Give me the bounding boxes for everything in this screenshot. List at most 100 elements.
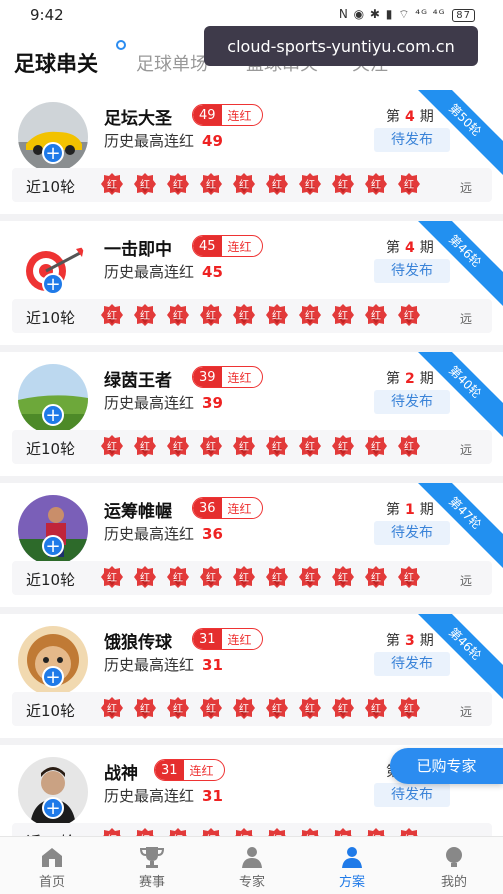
expert-card[interactable]: + 一击即中 45 连红 历史最高连红 45 第 4 期待发布 第46轮 近10轮红红红红红红红红红… <box>0 221 503 345</box>
streak-badge: 39 连红 <box>192 366 263 388</box>
purchased-experts-button[interactable]: 已购专家 <box>390 748 503 784</box>
recent-label: 近10轮 <box>26 702 76 720</box>
pending-publish-button[interactable]: 待发布 <box>374 783 450 807</box>
follow-plus-icon[interactable]: + <box>42 535 64 557</box>
pending-publish-button[interactable]: 待发布 <box>374 521 450 545</box>
streak-label: 连红 <box>227 632 252 647</box>
expert-name: 绿茵王者 <box>104 371 172 391</box>
nav-home[interactable]: 首页 <box>12 845 92 890</box>
badge-text: 红 <box>371 180 381 191</box>
period-number: 2 <box>405 371 415 387</box>
red-result-badge: 红 <box>133 434 157 458</box>
red-result-badge: 红 <box>364 434 388 458</box>
recent-label: 近10轮 <box>26 571 76 589</box>
badge-text: 红 <box>239 573 249 584</box>
streak-count: 31 <box>155 760 184 780</box>
red-result-badge: 红 <box>331 696 355 720</box>
period-suffix: 期 <box>419 371 434 387</box>
nav-label: 赛事 <box>138 875 165 890</box>
active-dot-icon <box>116 40 126 50</box>
red-result-badge: 红 <box>298 827 322 836</box>
tab-football-single[interactable]: 足球单场 <box>136 50 208 76</box>
streak-badge: 49 连红 <box>192 104 263 126</box>
red-result-badge: 红 <box>298 303 322 327</box>
history-value: 36 <box>202 525 223 543</box>
history-best: 历史最高连红 31 <box>104 785 223 806</box>
history-label: 历史最高连红 <box>104 787 195 805</box>
streak-label: 连红 <box>227 239 252 254</box>
red-result-badge: 红 <box>265 303 289 327</box>
follow-plus-icon[interactable]: + <box>42 797 64 819</box>
badge-text: 红 <box>173 704 183 715</box>
period-prefix: 第 <box>386 633 400 649</box>
badge-text: 红 <box>404 704 414 715</box>
badge-text: 红 <box>371 311 381 322</box>
plan-icon <box>312 845 392 869</box>
nav-plan[interactable]: 方案 <box>312 845 392 890</box>
recent-rounds: 近10轮红红红红红红红红红红远 <box>12 561 492 595</box>
streak-count: 45 <box>193 236 222 256</box>
nav-trophy[interactable]: 赛事 <box>112 845 192 890</box>
red-result-badge: 红 <box>298 696 322 720</box>
badge-text: 红 <box>338 442 348 453</box>
streak-badge: 45 连红 <box>192 235 263 257</box>
badge-text: 红 <box>107 311 117 322</box>
red-result-badge: 红 <box>265 172 289 196</box>
period-info: 第4期 <box>386 237 434 257</box>
period-info: 第1期 <box>386 499 434 519</box>
red-result-badge: 红 <box>364 303 388 327</box>
badge-text: 红 <box>173 442 183 453</box>
red-result-badge: 红 <box>265 696 289 720</box>
streak-label: 连红 <box>227 108 252 123</box>
red-result-badge: 红 <box>100 827 124 836</box>
expert-card[interactable]: + 绿茵王者 39 连红 历史最高连红 39 第 2 期待发布 第40轮 近10轮红红红红红红红红红… <box>0 352 503 476</box>
badge-text: 红 <box>404 311 414 322</box>
period-info: 第3期 <box>386 630 434 650</box>
red-result-badge: 红 <box>331 434 355 458</box>
red-result-badge: 红 <box>166 565 190 589</box>
follow-plus-icon[interactable]: + <box>42 666 64 688</box>
badge-text: 红 <box>140 573 150 584</box>
period-number: 4 <box>405 240 415 256</box>
red-result-badge: 红 <box>364 565 388 589</box>
nav-label: 我的 <box>440 875 467 890</box>
pending-publish-button[interactable]: 待发布 <box>374 390 450 414</box>
badge-text: 红 <box>305 180 315 191</box>
badge-text: 红 <box>173 311 183 322</box>
streak-count: 39 <box>193 367 222 387</box>
expert-list: + 足坛大圣 49 连红 历史最高连红 49 第 4 期待发布 第50轮 近10轮红红红红红红红红红… <box>0 90 503 836</box>
history-value: 31 <box>202 787 223 805</box>
red-result-badge: 红 <box>331 827 355 836</box>
red-result-badge: 红 <box>232 827 256 836</box>
expert-card[interactable]: + 运筹帷幄 36 连红 历史最高连红 36 第 1 期待发布 第47轮 近10轮红红红红红红红红红… <box>0 483 503 607</box>
period-prefix: 第 <box>386 371 400 387</box>
badge-text: 红 <box>371 704 381 715</box>
history-best: 历史最高连红 36 <box>104 523 223 544</box>
badge-text: 红 <box>140 180 150 191</box>
period-suffix: 期 <box>419 240 434 256</box>
pending-publish-button[interactable]: 待发布 <box>374 259 450 283</box>
pending-publish-button[interactable]: 待发布 <box>374 128 450 152</box>
pending-publish-button[interactable]: 待发布 <box>374 652 450 676</box>
expert-card[interactable]: + 足坛大圣 49 连红 历史最高连红 49 第 4 期待发布 第50轮 近10轮红红红红红红红红红… <box>0 90 503 214</box>
tab-football-parlay[interactable]: 足球串关 <box>14 48 98 78</box>
history-value: 39 <box>202 394 223 412</box>
result-badges: 红红红红红红红红红红 <box>100 827 421 836</box>
red-result-badge: 红 <box>199 434 223 458</box>
nav-profile[interactable]: 我的 <box>414 845 494 890</box>
badge-text: 红 <box>338 311 348 322</box>
badge-text: 红 <box>272 311 282 322</box>
follow-plus-icon[interactable]: + <box>42 404 64 426</box>
nav-expert[interactable]: 专家 <box>212 845 292 890</box>
red-result-badge: 红 <box>199 696 223 720</box>
expert-card[interactable]: + 饿狼传球 31 连红 历史最高连红 31 第 3 期待发布 第46轮 近10轮红红红红红红红红红… <box>0 614 503 738</box>
period-info: 第4期 <box>386 106 434 126</box>
badge-text: 红 <box>239 704 249 715</box>
recent-rounds: 近10轮红红红红红红红红红红远 <box>12 823 492 836</box>
follow-plus-icon[interactable]: + <box>42 142 64 164</box>
expert-name: 饿狼传球 <box>104 633 172 653</box>
recent-rounds: 近10轮红红红红红红红红红红远 <box>12 168 492 202</box>
red-result-badge: 红 <box>133 565 157 589</box>
follow-plus-icon[interactable]: + <box>42 273 64 295</box>
badge-text: 红 <box>272 573 282 584</box>
